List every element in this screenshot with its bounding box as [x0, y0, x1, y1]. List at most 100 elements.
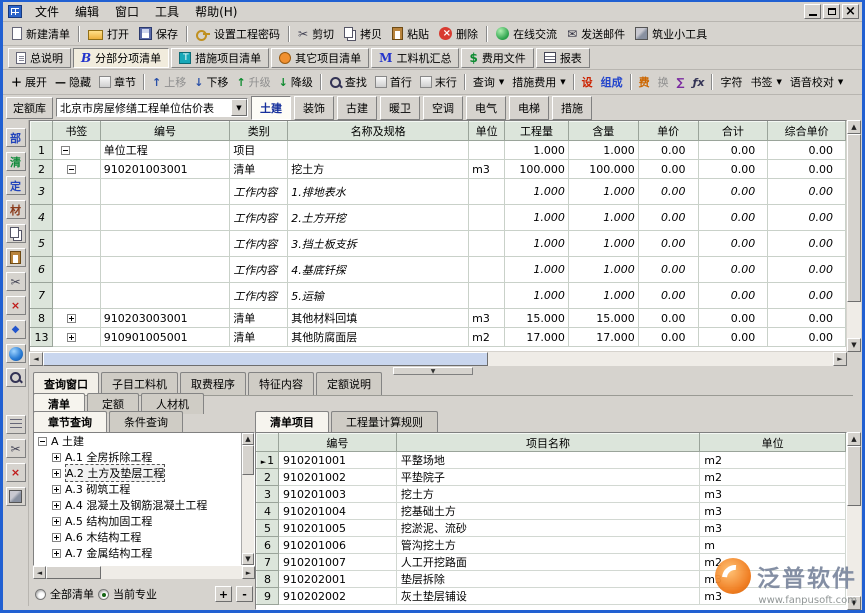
table-row[interactable]: 5 910201005 挖淤泥、流砂 m3	[257, 520, 846, 537]
main-horizontal-scrollbar[interactable]: ◄ ►	[29, 352, 847, 366]
cell-unit[interactable]	[469, 179, 505, 205]
cell-content[interactable]: 1.000	[568, 231, 638, 257]
row-number[interactable]: 6	[31, 257, 53, 283]
trade-tab-decoration[interactable]: 装饰	[294, 96, 334, 120]
sum-button[interactable]: ∑	[673, 74, 689, 91]
side-rules-button[interactable]	[6, 415, 26, 434]
cell-comp-price[interactable]: 0.00	[768, 160, 846, 179]
cell-code[interactable]: 单位工程	[100, 141, 230, 160]
tab-list-items[interactable]: 清单项目	[255, 411, 329, 432]
measure-fee-dropdown[interactable]: 措施费用▼	[508, 72, 569, 92]
cell-unit[interactable]	[469, 257, 505, 283]
cell-code[interactable]: 910202001	[278, 571, 396, 588]
row-number[interactable]: 3	[257, 486, 279, 503]
cell-content[interactable]: 15.000	[568, 309, 638, 328]
tree-item[interactable]: A.3 砌筑工程	[34, 481, 254, 497]
cell-comp-price[interactable]: 0.00	[768, 205, 846, 231]
scroll-right-button[interactable]: ►	[833, 352, 847, 366]
cell-name[interactable]: 其他材料回填	[288, 309, 469, 328]
col-code[interactable]: 编号	[278, 434, 396, 452]
cell-name[interactable]: 挖淤泥、流砂	[396, 520, 699, 537]
scroll-up-button[interactable]: ▲	[847, 432, 861, 446]
cell-unit[interactable]: m3	[469, 160, 505, 179]
grid-row[interactable]: 1 单位工程 项目 1.000 1.000 0.00 0.00 0.00	[31, 141, 846, 160]
cell-comp-price[interactable]: 0.00	[768, 309, 846, 328]
cell-unit[interactable]: m3	[469, 309, 505, 328]
cell-bookmark[interactable]	[52, 179, 100, 205]
voice-proof-dropdown[interactable]: 语音校对▼	[786, 72, 847, 92]
tab-fee-program[interactable]: 取费程序	[180, 372, 246, 395]
cell-name[interactable]: 3.挡土板支拆	[288, 231, 469, 257]
cell-code[interactable]: 910201003	[278, 486, 396, 503]
find-button[interactable]: 查找	[325, 72, 371, 92]
cell-code[interactable]	[100, 257, 230, 283]
close-button[interactable]	[842, 4, 859, 19]
cell-name[interactable]: 平垫院子	[396, 469, 699, 486]
last-row-button[interactable]: 末行	[416, 72, 461, 92]
cell-total[interactable]: 0.00	[698, 141, 768, 160]
restore-button[interactable]	[823, 4, 840, 19]
expand-icon[interactable]	[67, 333, 76, 342]
row-number[interactable]: 1	[31, 141, 53, 160]
setup-button[interactable]: 设	[578, 72, 597, 92]
cell-quantity[interactable]: 1.000	[505, 283, 569, 309]
cell-quantity[interactable]: 100.000	[505, 160, 569, 179]
cell-unit[interactable]: m2	[700, 452, 846, 469]
cell-name[interactable]	[288, 141, 469, 160]
cell-content[interactable]: 100.000	[568, 160, 638, 179]
tab-quantity-rules[interactable]: 工程量计算规则	[331, 411, 438, 432]
chapter-button[interactable]: 章节	[95, 72, 140, 92]
cell-code[interactable]: 910201001	[278, 452, 396, 469]
cell-category[interactable]: 工作内容	[230, 283, 288, 309]
grid-row[interactable]: 3 工作内容 1.排地表水 1.000 1.000 0.00 0.00 0.00	[31, 179, 846, 205]
open-button[interactable]: 打开	[83, 24, 134, 44]
cell-total[interactable]: 0.00	[698, 179, 768, 205]
cell-comp-price[interactable]: 0.00	[768, 231, 846, 257]
row-number[interactable]: 4	[257, 503, 279, 520]
grid-row[interactable]: 7 工作内容 5.运输 1.000 1.000 0.00 0.00 0.00	[31, 283, 846, 309]
tab-fee-file[interactable]: 费用文件	[461, 48, 533, 68]
move-up-button[interactable]: ↑上移	[148, 72, 190, 92]
cell-name[interactable]: 5.运输	[288, 283, 469, 309]
trade-tab-plumbing[interactable]: 暖卫	[380, 96, 420, 120]
radio-all-lists[interactable]	[35, 589, 46, 600]
cell-comp-price[interactable]: 0.00	[768, 257, 846, 283]
cell-bookmark[interactable]	[52, 160, 100, 179]
tab-labor-summary[interactable]: M工料机汇总	[371, 48, 459, 68]
cell-code[interactable]	[100, 179, 230, 205]
cell-total[interactable]: 0.00	[698, 205, 768, 231]
cell-price[interactable]: 0.00	[638, 328, 698, 347]
row-number[interactable]: 7	[31, 283, 53, 309]
col-code[interactable]: 编号	[100, 122, 230, 141]
cell-name[interactable]: 挖土方	[288, 160, 469, 179]
bookmark-dropdown[interactable]: 书签▼	[746, 72, 785, 92]
online-chat-button[interactable]: 在线交流	[491, 24, 562, 44]
tree-vertical-scrollbar[interactable]: ▲ ▼	[241, 433, 254, 565]
splitter-collapse-button[interactable]: ▼	[393, 367, 473, 375]
collapse-icon[interactable]	[61, 146, 70, 155]
tab-query-window[interactable]: 查询窗口	[33, 372, 99, 395]
col-unit[interactable]: 单位	[700, 434, 846, 452]
expand-icon[interactable]	[52, 453, 61, 462]
cell-price[interactable]: 0.00	[638, 141, 698, 160]
cell-content[interactable]: 1.000	[568, 205, 638, 231]
side-close2-button[interactable]: ×	[6, 463, 26, 482]
trade-tab-elevator[interactable]: 电梯	[509, 96, 549, 120]
move-down-button[interactable]: ↓下移	[190, 72, 232, 92]
col-unit[interactable]: 单位	[469, 122, 505, 141]
scroll-thumb[interactable]	[242, 445, 254, 475]
trade-tab-electrical[interactable]: 电气	[466, 96, 506, 120]
col-item-name[interactable]: 项目名称	[396, 434, 699, 452]
row-number[interactable]: 2	[257, 469, 279, 486]
scroll-thumb[interactable]	[43, 352, 488, 366]
cell-code[interactable]	[100, 283, 230, 309]
cell-code[interactable]: 910901005001	[100, 328, 230, 347]
col-comp-price[interactable]: 综合单价	[768, 122, 846, 141]
compose-button[interactable]: 组成	[597, 72, 627, 92]
row-number[interactable]: 6	[257, 537, 279, 554]
cell-name[interactable]: 1.排地表水	[288, 179, 469, 205]
cell-price[interactable]: 0.00	[638, 179, 698, 205]
cell-quantity[interactable]: 1.000	[505, 179, 569, 205]
cell-total[interactable]: 0.00	[698, 231, 768, 257]
chars-button[interactable]: 字符	[716, 72, 746, 92]
